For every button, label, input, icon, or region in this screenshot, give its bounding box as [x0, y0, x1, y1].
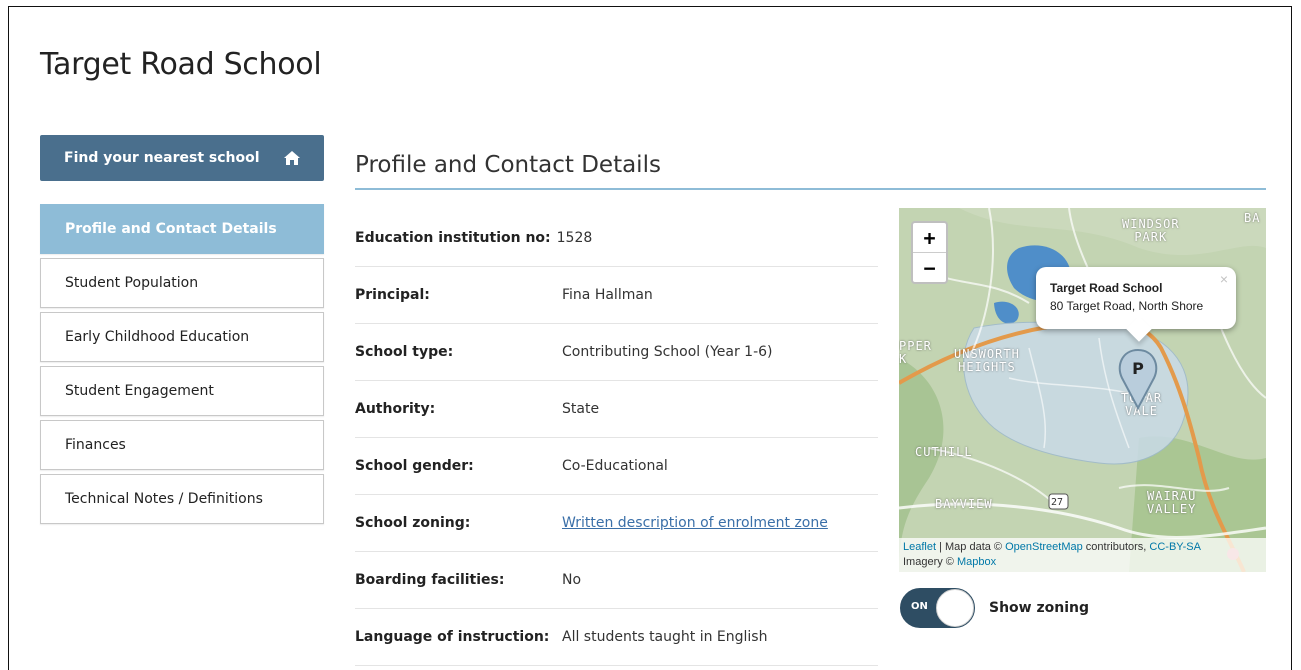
section-divider — [355, 188, 1266, 190]
map-label-wairau: WAIRAU VALLEY — [1147, 489, 1197, 516]
marker-letter: P — [1132, 359, 1144, 378]
popup-address: 80 Target Road, North Shore — [1050, 299, 1204, 313]
sidebar-item-student-engagement[interactable]: Student Engagement — [40, 366, 324, 416]
zoning-toggle-row: ON Show zoning — [900, 588, 1089, 628]
enrolment-zone-link[interactable]: Written description of enrolment zone — [562, 515, 828, 531]
school-marker-icon[interactable]: P — [1118, 346, 1158, 414]
detail-label: Education institution no: — [355, 230, 551, 246]
map-label-unsworth: UNSWORTH HEIGHTS — [954, 347, 1020, 374]
attribution-text: Imagery © — [903, 556, 957, 568]
zoom-out-button[interactable]: − — [913, 253, 946, 282]
page-title: Target Road School — [40, 47, 322, 82]
road-number-badge: 27 — [1051, 497, 1064, 508]
map-tiles — [899, 208, 1266, 572]
detail-value: Contributing School (Year 1-6) — [562, 344, 773, 360]
sidebar-item-profile[interactable]: Profile and Contact Details — [40, 204, 324, 254]
map-popup: × Target Road School 80 Target Road, Nor… — [1036, 267, 1236, 342]
osm-link[interactable]: OpenStreetMap — [1005, 541, 1083, 553]
map-label-windsor: WINDSOR PARK — [1122, 217, 1180, 244]
sidebar-item-technical-notes[interactable]: Technical Notes / Definitions — [40, 474, 324, 524]
attribution-text: contributors, — [1082, 541, 1150, 553]
detail-row-zoning: School zoning: Written description of en… — [355, 495, 878, 552]
sidebar-nav: Profile and Contact Details Student Popu… — [40, 204, 324, 528]
sidebar-item-student-population[interactable]: Student Population — [40, 258, 324, 308]
detail-label: Boarding facilities: — [355, 572, 505, 588]
mapbox-link[interactable]: Mapbox — [957, 556, 996, 568]
popup-close-icon[interactable]: × — [1220, 271, 1228, 287]
detail-value: All students taught in English — [562, 629, 768, 645]
map-label-cuthill: CUTHILL — [915, 445, 973, 459]
popup-title: Target Road School — [1050, 281, 1163, 295]
detail-value: No — [562, 572, 582, 588]
detail-row-boarding: Boarding facilities: No — [355, 552, 878, 609]
detail-row-gender: School gender: Co-Educational — [355, 438, 878, 495]
detail-label: School gender: — [355, 458, 474, 474]
detail-row-authority: Authority: State — [355, 381, 878, 438]
detail-value: State — [562, 401, 600, 417]
show-zoning-toggle[interactable]: ON — [900, 588, 975, 628]
detail-row-principal: Principal: Fina Hallman — [355, 267, 878, 324]
school-map[interactable]: WINDSORPARK PPERK BA UNSWORTHHEIGHTS TŌT… — [899, 208, 1266, 572]
detail-row-school-type: School type: Contributing School (Year 1… — [355, 324, 878, 381]
detail-value: Co-Educational — [562, 458, 668, 474]
toggle-knob — [936, 589, 974, 627]
home-icon — [284, 151, 300, 165]
map-zoom-control: + − — [911, 221, 948, 284]
detail-label: Principal: — [355, 287, 430, 303]
detail-value: 1528 — [556, 230, 593, 246]
detail-row-language: Language of instruction: All students ta… — [355, 609, 878, 666]
find-nearest-school-label: Find your nearest school — [64, 150, 260, 166]
leaflet-link[interactable]: Leaflet — [903, 541, 936, 553]
show-zoning-label: Show zoning — [989, 600, 1089, 616]
section-title: Profile and Contact Details — [355, 152, 661, 178]
map-attribution: Leaflet | Map data © OpenStreetMap contr… — [899, 538, 1266, 572]
map-label-edge-ba: BA — [1244, 211, 1261, 225]
detail-label: School type: — [355, 344, 454, 360]
sidebar-item-finances[interactable]: Finances — [40, 420, 324, 470]
attribution-text: | Map data © — [936, 541, 1006, 553]
detail-value: Fina Hallman — [562, 287, 653, 303]
license-link[interactable]: CC-BY-SA — [1149, 541, 1201, 553]
detail-label: Language of instruction: — [355, 629, 550, 645]
profile-details: Education institution no: 1528 Principal… — [355, 210, 878, 666]
map-label-bayview: BAYVIEW — [935, 497, 993, 511]
detail-label: School zoning: — [355, 515, 471, 531]
map-label-edge-per: PPER K — [899, 339, 932, 366]
detail-label: Authority: — [355, 401, 436, 417]
find-nearest-school-button[interactable]: Find your nearest school — [40, 135, 324, 181]
detail-row-institution: Education institution no: 1528 — [355, 210, 878, 267]
zoom-in-button[interactable]: + — [913, 223, 946, 253]
toggle-state: ON — [911, 601, 928, 612]
sidebar-item-early-childhood[interactable]: Early Childhood Education — [40, 312, 324, 362]
